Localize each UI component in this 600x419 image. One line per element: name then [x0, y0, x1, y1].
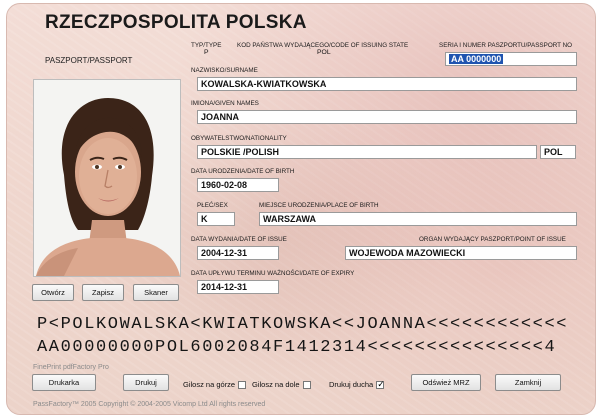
birth-date-label: DATA URODZENIA/DATE OF BIRTH	[191, 168, 295, 175]
issuing-code-value: POL	[317, 49, 331, 56]
copyright-text: PassFactory™ 2005 Copyright © 2004-2005 …	[33, 401, 266, 408]
expiry-date-field[interactable]: 2014-12-31	[197, 280, 279, 294]
refresh-mrz-button[interactable]: Odśwież MRZ	[411, 374, 481, 391]
save-button[interactable]: Zapisz	[82, 284, 124, 301]
nationality-field[interactable]: POLSKIE /POLISH	[197, 145, 537, 159]
country-title: RZECZPOSPOLITA POLSKA	[45, 12, 307, 33]
print-button[interactable]: Drukuj	[123, 374, 169, 391]
printer-button[interactable]: Drukarka	[32, 374, 96, 391]
document-label: PASZPORT/PASSPORT	[45, 56, 133, 65]
birth-place-field[interactable]: WARSZAWA	[259, 212, 577, 226]
portrait-image	[34, 80, 180, 276]
expiry-date-label: DATA UPŁYWU TERMINU WAŻNOŚCI/DATE OF EXP…	[191, 270, 355, 277]
sex-field[interactable]: K	[197, 212, 235, 226]
surname-field[interactable]: KOWALSKA-KWIATKOWSKA	[197, 77, 577, 91]
bottom-guilloche-checkbox[interactable]	[302, 380, 311, 389]
given-names-field[interactable]: JOANNA	[197, 110, 577, 124]
scan-button[interactable]: Skaner	[133, 284, 179, 301]
open-button[interactable]: Otwórz	[32, 284, 74, 301]
nationality-code-field[interactable]: POL	[540, 145, 576, 159]
passport-no-field[interactable]: AA 0000000	[445, 52, 577, 66]
pdffactory-watermark: FinePrint pdfFactory Pro	[33, 364, 109, 371]
issue-date-label: DATA WYDANIA/DATE OF ISSUE	[191, 236, 287, 243]
birth-place-label: MIEJSCE URODZENIA/PLACE OF BIRTH	[259, 202, 379, 209]
birth-date-field[interactable]: 1960-02-08	[197, 178, 279, 192]
close-button[interactable]: Zamknij	[495, 374, 561, 391]
ghost-print-option[interactable]: Drukuj ducha	[329, 379, 385, 390]
holder-photo[interactable]	[33, 79, 181, 277]
ghost-print-checkbox[interactable]	[376, 379, 385, 390]
top-guilloche-checkbox[interactable]	[238, 380, 247, 389]
issuing-code-label: KOD PAŃSTWA WYDAJĄCEGO/CODE OF ISSUING S…	[237, 42, 409, 49]
type-value: P	[204, 49, 209, 56]
surname-label: NAZWISKO/SURNAME	[191, 67, 258, 74]
passport-no-label: SERIA I NUMER PASZPORTU/PASSPORT NO	[439, 42, 573, 49]
passport-no-value: AA 0000000	[449, 54, 504, 64]
authority-label: ORGAN WYDAJĄCY PASZPORT/POINT OF ISSUE	[419, 236, 566, 243]
mrz-line-2: AA00000000POL6002084F1412314<<<<<<<<<<<<…	[37, 338, 557, 357]
mrz-line-1: P<POLKOWALSKA<KWIATKOWSKA<<JOANNA<<<<<<<…	[37, 315, 569, 334]
type-label: TYP/TYPE	[191, 42, 222, 49]
ghost-print-label: Drukuj ducha	[329, 380, 374, 389]
passport-data-page: RZECZPOSPOLITA POLSKA PASZPORT/PASSPORT …	[6, 3, 596, 415]
top-guilloche-option[interactable]: Gilosz na górze	[183, 380, 247, 389]
issue-date-field[interactable]: 2004-12-31	[197, 246, 279, 260]
sex-label: PŁEĆ/SEX	[197, 202, 228, 209]
nationality-label: OBYWATELSTWO/NATIONALITY	[191, 135, 287, 142]
authority-field[interactable]: WOJEWODA MAZOWIECKI	[345, 246, 577, 260]
bottom-guilloche-option[interactable]: Gilosz na dole	[252, 380, 311, 389]
given-names-label: IMIONA/GIVEN NAMES	[191, 100, 259, 107]
top-guilloche-label: Gilosz na górze	[183, 380, 236, 389]
bottom-guilloche-label: Gilosz na dole	[252, 380, 300, 389]
